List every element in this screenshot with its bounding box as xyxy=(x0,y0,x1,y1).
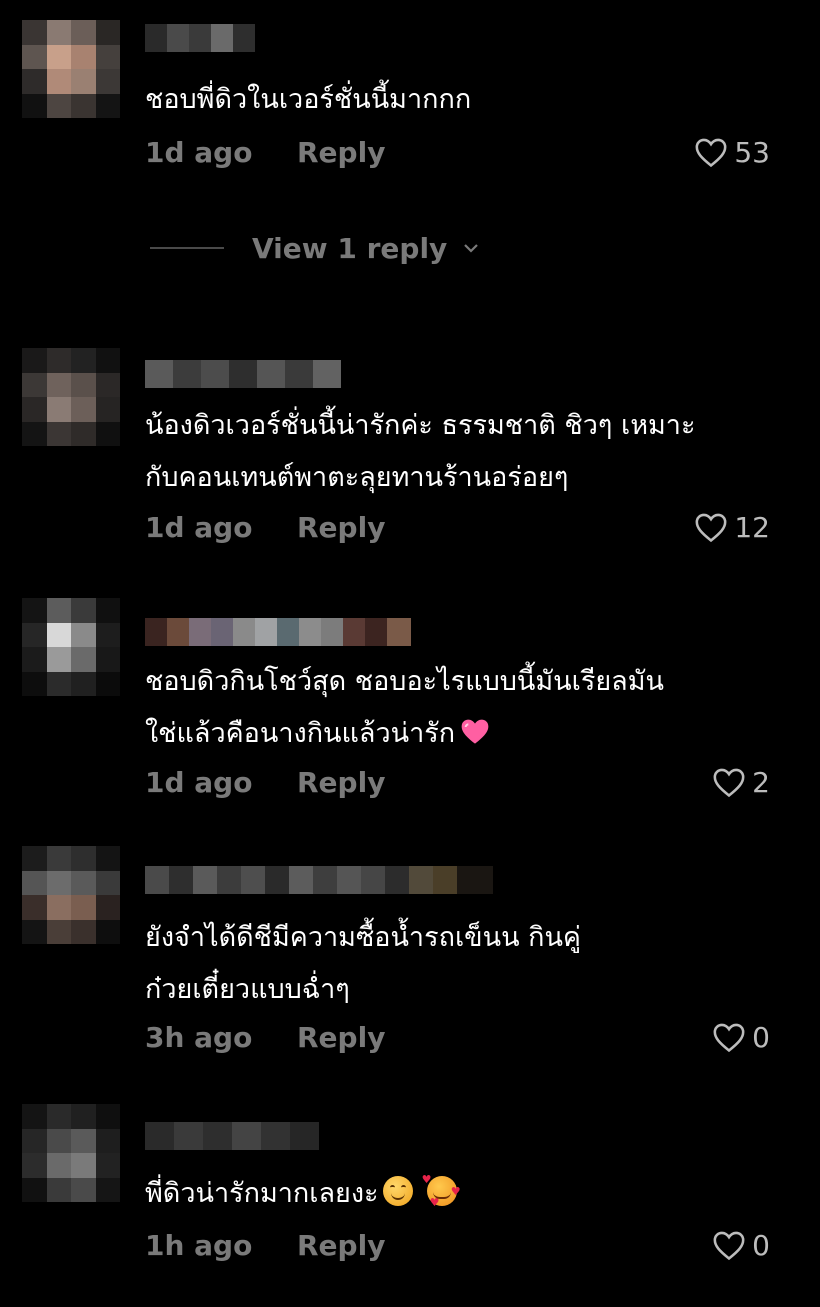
comment-meta: 1d ago Reply xyxy=(145,762,385,802)
comment-text: ยังจำได้ดีชีมีความซื้อน้ำรถเข็นน กินคู่ … xyxy=(145,912,765,1016)
comment-text: ชอบพี่ดิวในเวอร์ชั่นนี้มากกก xyxy=(145,74,765,126)
reply-button[interactable]: Reply xyxy=(297,511,385,544)
view-replies-label: View 1 reply xyxy=(252,231,448,265)
divider xyxy=(150,247,224,249)
reply-button[interactable]: Reply xyxy=(297,766,385,799)
comment-text-line: ใช่แล้วคือนางกินแล้วน่ารัก xyxy=(145,708,765,760)
comment-text-line: ก๋วยเตี๋ยวแบบฉ่ำๆ xyxy=(145,974,350,1005)
comment-text-line-content: พี่ดิวน่ารักมากเลยงะ xyxy=(145,1178,379,1209)
like-button[interactable]: 12 xyxy=(660,507,770,547)
comment-time: 1h ago xyxy=(145,1228,253,1262)
comment-time: 1d ago xyxy=(145,135,253,169)
comment-meta: 1h ago Reply xyxy=(145,1225,385,1265)
like-button[interactable]: 53 xyxy=(660,132,770,172)
heart-outline-icon xyxy=(695,513,727,543)
comment-text-line: กับคอนเทนต์พาตะลุยทานร้านอร่อยๆ xyxy=(145,462,569,493)
username-redacted[interactable] xyxy=(145,360,341,388)
like-count: 0 xyxy=(752,1228,770,1262)
reply-button[interactable]: Reply xyxy=(297,1021,385,1054)
avatar[interactable] xyxy=(22,846,120,944)
comment-text-line: น้องดิวเวอร์ชั่นนี้น่ารักค่ะ ธรรมชาติ ชิ… xyxy=(145,410,696,441)
chevron-down-icon xyxy=(464,244,479,253)
username-redacted[interactable] xyxy=(145,618,411,646)
heart-outline-icon xyxy=(713,768,745,798)
avatar[interactable] xyxy=(22,1104,120,1202)
avatar[interactable] xyxy=(22,348,120,446)
comment-meta: 3h ago Reply xyxy=(145,1017,385,1057)
username-redacted[interactable] xyxy=(145,1122,319,1150)
username-redacted[interactable] xyxy=(145,24,255,52)
reply-button[interactable]: Reply xyxy=(297,136,385,169)
avatar[interactable] xyxy=(22,20,120,118)
comment-text-line: ชอบพี่ดิวในเวอร์ชั่นนี้มากกก xyxy=(145,84,472,115)
comment-text: น้องดิวเวอร์ชั่นนี้น่ารักค่ะ ธรรมชาติ ชิ… xyxy=(145,400,765,504)
reply-button[interactable]: Reply xyxy=(297,1229,385,1262)
comment-meta: 1d ago Reply xyxy=(145,507,385,547)
comment-text: พี่ดิวน่ารักมากเลยงะ ♥ ♥ ♥ xyxy=(145,1168,765,1220)
comment-meta: 1d ago Reply xyxy=(145,132,385,172)
like-count: 53 xyxy=(734,135,770,169)
comment-text-line: พี่ดิวน่ารักมากเลยงะ ♥ ♥ ♥ xyxy=(145,1168,765,1220)
pink-heart-emoji-icon xyxy=(459,712,491,744)
like-button[interactable]: 0 xyxy=(660,1225,770,1265)
avatar[interactable] xyxy=(22,598,120,696)
like-button[interactable]: 0 xyxy=(660,1017,770,1057)
like-count: 12 xyxy=(734,510,770,544)
heart-outline-icon xyxy=(695,138,727,168)
heart-outline-icon xyxy=(713,1023,745,1053)
comment-time: 1d ago xyxy=(145,510,253,544)
comment-text: ชอบดิวกินโชว์สุด ชอบอะไรแบบนี้มันเรียลมั… xyxy=(145,656,765,760)
comment-text-line: ชอบดิวกินโชว์สุด ชอบอะไรแบบนี้มันเรียลมั… xyxy=(145,666,664,697)
smiling-face-emoji-icon xyxy=(382,1176,413,1206)
like-count: 0 xyxy=(752,1020,770,1054)
heart-outline-icon xyxy=(713,1231,745,1261)
comment-text-line: ยังจำได้ดีชีมีความซื้อน้ำรถเข็นน กินคู่ xyxy=(145,922,581,953)
comment-time: 3h ago xyxy=(145,1020,253,1054)
like-button[interactable]: 2 xyxy=(660,762,770,802)
username-redacted[interactable] xyxy=(145,866,493,894)
like-count: 2 xyxy=(752,765,770,799)
comment-time: 1d ago xyxy=(145,765,253,799)
view-replies-button[interactable]: View 1 reply xyxy=(150,228,481,268)
comment-text-line-content: ใช่แล้วคือนางกินแล้วน่ารัก xyxy=(145,718,456,749)
smiling-face-with-hearts-emoji-icon: ♥ ♥ ♥ xyxy=(421,1173,461,1209)
